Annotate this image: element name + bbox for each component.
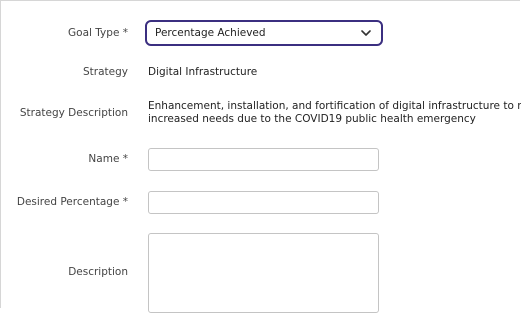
description-textarea[interactable] (148, 233, 379, 313)
description-label: Description (68, 266, 128, 278)
goal-type-label: Goal Type * (68, 27, 128, 39)
chevron-down-icon (361, 28, 371, 38)
desired-percentage-input[interactable] (148, 191, 379, 214)
strategy-description-line-1: Enhancement, installation, and fortifica… (148, 100, 521, 112)
name-label: Name * (88, 153, 128, 165)
strategy-label: Strategy (83, 66, 128, 78)
strategy-description-line-2: increased needs due to the COVID19 publi… (148, 113, 476, 125)
goal-type-select[interactable]: Percentage Achieved (145, 20, 383, 46)
strategy-description-label: Strategy Description (19, 107, 128, 119)
goal-type-selected-value: Percentage Achieved (155, 27, 266, 39)
desired-percentage-label: Desired Percentage * (16, 196, 128, 208)
form-panel: Goal Type * Percentage Achieved Strategy… (0, 0, 521, 313)
strategy-value: Digital Infrastructure (148, 66, 258, 78)
strategy-description-value: Enhancement, installation, and fortifica… (148, 100, 521, 126)
name-input[interactable] (148, 148, 379, 171)
